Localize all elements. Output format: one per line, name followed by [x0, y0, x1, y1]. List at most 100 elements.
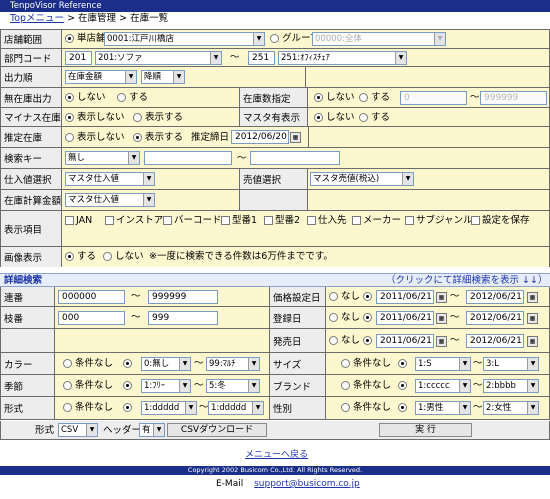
zero-stock-no-option[interactable]: しない: [65, 92, 106, 104]
master-no-radio[interactable]: [314, 113, 323, 122]
size-range-radio[interactable]: [398, 359, 407, 368]
sale-date-range-radio[interactable]: [363, 336, 372, 345]
estimate-hide-radio[interactable]: [65, 133, 74, 142]
barcode-checkbox[interactable]: [163, 216, 172, 225]
brand-none-option[interactable]: 条件なし: [341, 380, 391, 392]
reg-date-none-option[interactable]: なし: [329, 312, 360, 324]
search-key-from[interactable]: [144, 151, 232, 165]
estimate-show-option[interactable]: 表示する: [133, 132, 183, 144]
reg-date-from[interactable]: 2011/06/21: [376, 311, 434, 325]
price-date-from[interactable]: 2011/06/21: [376, 290, 434, 304]
shape-from-select[interactable]: 1:ddddd ▼: [141, 401, 197, 415]
dept-to-code[interactable]: 251: [248, 51, 275, 65]
reg-date-to[interactable]: 2012/06/21: [466, 311, 524, 325]
qty-spec-yes-radio[interactable]: [359, 93, 368, 102]
supplier-checkbox[interactable]: [307, 216, 316, 225]
single-store-radio[interactable]: [65, 34, 74, 43]
estimate-hide-option[interactable]: 表示しない: [65, 132, 125, 144]
season-none-radio[interactable]: [63, 381, 72, 390]
back-to-menu-link[interactable]: メニューへ戻る: [245, 447, 308, 460]
calendar-icon[interactable]: ▦: [527, 313, 538, 324]
sale-date-to[interactable]: 2012/06/21: [466, 334, 524, 348]
zero-stock-yes-radio[interactable]: [117, 93, 126, 102]
display-item-maker[interactable]: メーカー: [352, 215, 401, 227]
display-item-barcode[interactable]: バーコード: [163, 215, 222, 227]
calendar-icon[interactable]: ▦: [436, 292, 447, 303]
price-date-none-option[interactable]: なし: [329, 291, 360, 303]
model1-checkbox[interactable]: [221, 216, 230, 225]
sale-date-none-option[interactable]: なし: [329, 335, 360, 347]
branch-from-input[interactable]: 000: [58, 311, 125, 325]
qty-spec-yes-option[interactable]: する: [359, 92, 390, 104]
minus-show-option[interactable]: 表示する: [133, 112, 183, 124]
save-settings-checkbox[interactable]: [471, 216, 480, 225]
store-select[interactable]: 0001:江戸川橋店 ▼: [104, 32, 265, 46]
brand-none-radio[interactable]: [341, 381, 350, 390]
run-button[interactable]: 実 行: [379, 423, 472, 437]
dept-to-select[interactable]: 251:ｵﾌｨｽﾁｪｱ ▼: [278, 51, 407, 65]
color-none-radio[interactable]: [63, 359, 72, 368]
search-key-to[interactable]: [250, 151, 340, 165]
shape-range-radio[interactable]: [123, 403, 132, 412]
qty-spec-no-radio[interactable]: [314, 93, 323, 102]
brand-to-select[interactable]: 2:bbbb ▼: [483, 379, 539, 393]
sale-date-from[interactable]: 2011/06/21: [376, 334, 434, 348]
zero-stock-no-radio[interactable]: [65, 93, 74, 102]
color-range-radio[interactable]: [123, 359, 132, 368]
group-radio[interactable]: [270, 34, 279, 43]
calendar-icon[interactable]: ▦: [527, 292, 538, 303]
price-date-range-radio[interactable]: [363, 292, 372, 301]
display-item-jan[interactable]: JAN: [65, 215, 92, 227]
image-no-option[interactable]: しない: [103, 251, 144, 263]
qty-from-input[interactable]: 0: [400, 91, 467, 105]
shape-to-select[interactable]: 1:ddddd ▼: [208, 401, 264, 415]
csv-download-button[interactable]: CSVダウンロード: [167, 423, 267, 437]
minus-show-radio[interactable]: [133, 113, 142, 122]
detail-search-toggle[interactable]: （クリックにて詳細検索を表示 ↓↓）: [386, 275, 547, 287]
image-no-radio[interactable]: [103, 252, 112, 261]
qty-to-input[interactable]: 999999: [480, 91, 547, 105]
serial-to-input[interactable]: 999999: [148, 290, 218, 304]
price-date-to[interactable]: 2012/06/21: [466, 290, 524, 304]
gender-from-select[interactable]: 1:男性 ▼: [415, 401, 471, 415]
estimate-show-radio[interactable]: [133, 133, 142, 142]
gender-none-radio[interactable]: [341, 403, 350, 412]
calendar-icon[interactable]: ▦: [436, 336, 447, 347]
order-select[interactable]: 在庫金額 ▼: [65, 70, 137, 84]
gender-range-radio[interactable]: [398, 403, 407, 412]
model2-checkbox[interactable]: [264, 216, 273, 225]
serial-from-input[interactable]: 000000: [58, 290, 125, 304]
calendar-icon[interactable]: ▦: [290, 132, 301, 143]
calendar-icon[interactable]: ▦: [527, 336, 538, 347]
color-none-option[interactable]: 条件なし: [63, 358, 113, 370]
size-from-select[interactable]: 1:S ▼: [415, 357, 471, 371]
gender-none-option[interactable]: 条件なし: [341, 402, 391, 414]
group-select[interactable]: 00000:全体 ▼: [312, 32, 446, 46]
master-no-option[interactable]: しない: [314, 112, 355, 124]
master-yes-option[interactable]: する: [359, 112, 390, 124]
display-item-instore[interactable]: インストア: [105, 215, 163, 227]
reg-date-none-radio[interactable]: [329, 313, 338, 322]
brand-range-radio[interactable]: [398, 381, 407, 390]
shape-none-option[interactable]: 条件なし: [63, 402, 113, 414]
season-none-option[interactable]: 条件なし: [63, 380, 113, 392]
purchase-price-select[interactable]: マスタ仕入値 ▼: [65, 172, 155, 186]
jan-checkbox[interactable]: [65, 216, 74, 225]
maker-checkbox[interactable]: [352, 216, 361, 225]
price-date-none-radio[interactable]: [329, 292, 338, 301]
save-settings-option[interactable]: 設定を保存: [471, 215, 530, 227]
order-direction-select[interactable]: 降順 ▼: [141, 70, 185, 84]
display-item-model1[interactable]: 型番1: [221, 215, 257, 227]
gender-to-select[interactable]: 2:女性 ▼: [483, 401, 539, 415]
breadcrumb-top-link[interactable]: Topメニュー: [10, 13, 64, 24]
estimate-date-input[interactable]: 2012/06/20: [231, 130, 289, 144]
image-yes-radio[interactable]: [65, 252, 74, 261]
color-to-select[interactable]: 99:ﾏﾙﾁ ▼: [206, 357, 260, 371]
qty-spec-no-option[interactable]: しない: [314, 92, 355, 104]
shape-none-radio[interactable]: [63, 403, 72, 412]
sales-price-select[interactable]: マスタ売値(税込) ▼: [310, 172, 414, 186]
color-from-select[interactable]: 0:無し ▼: [141, 357, 191, 371]
minus-hide-radio[interactable]: [65, 113, 74, 122]
brand-from-select[interactable]: 1:ccccc ▼: [415, 379, 471, 393]
header-select[interactable]: 有 ▼: [139, 423, 165, 437]
